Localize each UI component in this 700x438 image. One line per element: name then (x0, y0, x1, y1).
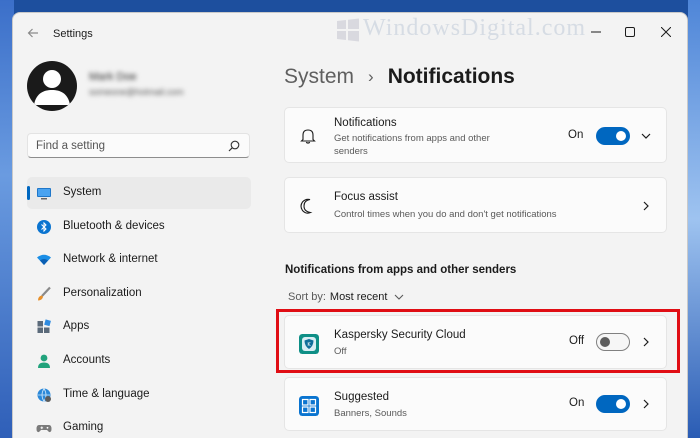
globe-icon (37, 387, 51, 402)
suggested-icon (299, 396, 319, 416)
back-arrow-icon (27, 28, 38, 38)
sidebar-item-gaming[interactable]: Gaming (27, 412, 251, 438)
settings-window: Settings WindowsDigital.com Mark Doe som… (12, 12, 688, 438)
chevron-down-icon[interactable] (639, 129, 653, 143)
app-name: Suggested (334, 391, 389, 403)
window-title: Settings (53, 28, 93, 40)
sidebar-item-label: Gaming (63, 421, 104, 434)
sort-dropdown[interactable]: Sort by: Most recent (288, 291, 405, 303)
sort-value: Most recent (329, 291, 388, 303)
apps-section-title: Notifications from apps and other sender… (285, 264, 517, 276)
bell-icon (300, 129, 316, 144)
maximize-icon (625, 27, 635, 37)
system-icon (37, 188, 51, 200)
focus-assist-card[interactable]: Focus assist Control times when you do a… (284, 177, 667, 233)
focus-assist-title: Focus assist (334, 191, 398, 203)
wifi-icon (37, 254, 51, 266)
close-icon (661, 27, 671, 37)
app-status: Banners, Sounds (334, 408, 407, 419)
notifications-toggle[interactable] (596, 127, 630, 145)
sidebar-item-network[interactable]: Network & internet (27, 244, 251, 276)
sidebar-item-label: Personalization (63, 286, 142, 299)
sidebar-item-label: Time & language (63, 387, 150, 400)
chevron-right-icon[interactable] (639, 397, 653, 411)
sidebar-item-time-language[interactable]: Time & language (27, 379, 251, 411)
sidebar-item-label: System (63, 186, 102, 198)
breadcrumb-separator: › (368, 67, 374, 86)
minimize-icon (591, 31, 601, 33)
notifications-state-label: On (568, 129, 584, 141)
sidebar-nav: System Bluetooth & devices Network & int… (27, 177, 251, 438)
accounts-icon (38, 354, 50, 368)
sort-label: Sort by: (288, 291, 326, 303)
apps-icon (37, 319, 51, 334)
search-icon[interactable] (227, 139, 241, 153)
breadcrumb: System › Notifications (284, 62, 515, 92)
page-title: Notifications (387, 65, 515, 88)
minimize-button[interactable] (585, 21, 607, 43)
sidebar-item-bluetooth[interactable]: Bluetooth & devices (27, 211, 251, 243)
bluetooth-icon (37, 219, 51, 234)
notifications-title: Notifications (334, 117, 397, 129)
sidebar-item-label: Apps (63, 320, 90, 333)
notifications-subtitle: Get notifications from apps and other se… (334, 133, 490, 157)
chevron-right-icon[interactable] (639, 199, 653, 213)
profile-name: Mark Doe (89, 71, 137, 83)
close-button[interactable] (655, 21, 677, 43)
desktop-wallpaper-right (688, 0, 700, 438)
maximize-button[interactable] (619, 21, 641, 43)
moon-icon (300, 198, 313, 214)
sidebar-item-personalization[interactable]: Personalization (27, 278, 251, 310)
watermark: WindowsDigital.com (363, 15, 587, 41)
brush-icon (38, 286, 51, 301)
chevron-down-icon (394, 294, 404, 300)
sidebar-item-label: Accounts (63, 353, 111, 366)
sidebar-item-apps[interactable]: Apps (27, 311, 251, 343)
sidebar-item-label: Bluetooth & devices (63, 219, 165, 232)
notifications-card[interactable]: Notifications Get notifications from app… (284, 107, 667, 163)
profile-email: someone@hotmail.com (89, 87, 184, 97)
highlight-box (276, 309, 680, 373)
sidebar-item-accounts[interactable]: Accounts (27, 345, 251, 377)
gamepad-icon (36, 425, 52, 433)
search-input[interactable] (36, 138, 216, 154)
sidebar-item-system[interactable]: System (27, 177, 251, 209)
suggested-notification-toggle[interactable] (596, 395, 630, 413)
focus-assist-subtitle: Control times when you do and don't get … (334, 209, 557, 220)
avatar[interactable] (27, 61, 77, 111)
breadcrumb-parent[interactable]: System (284, 65, 354, 89)
sidebar-item-label: Network & internet (63, 253, 158, 266)
title-bar: Settings WindowsDigital.com (13, 13, 687, 53)
app-row-suggested[interactable]: Suggested Banners, Sounds On (284, 377, 667, 431)
watermark-logo-icon (337, 18, 359, 42)
app-toggle-label: On (569, 397, 585, 409)
search-box (27, 133, 250, 158)
back-button[interactable] (23, 23, 43, 43)
user-silhouette-icon (34, 70, 70, 105)
